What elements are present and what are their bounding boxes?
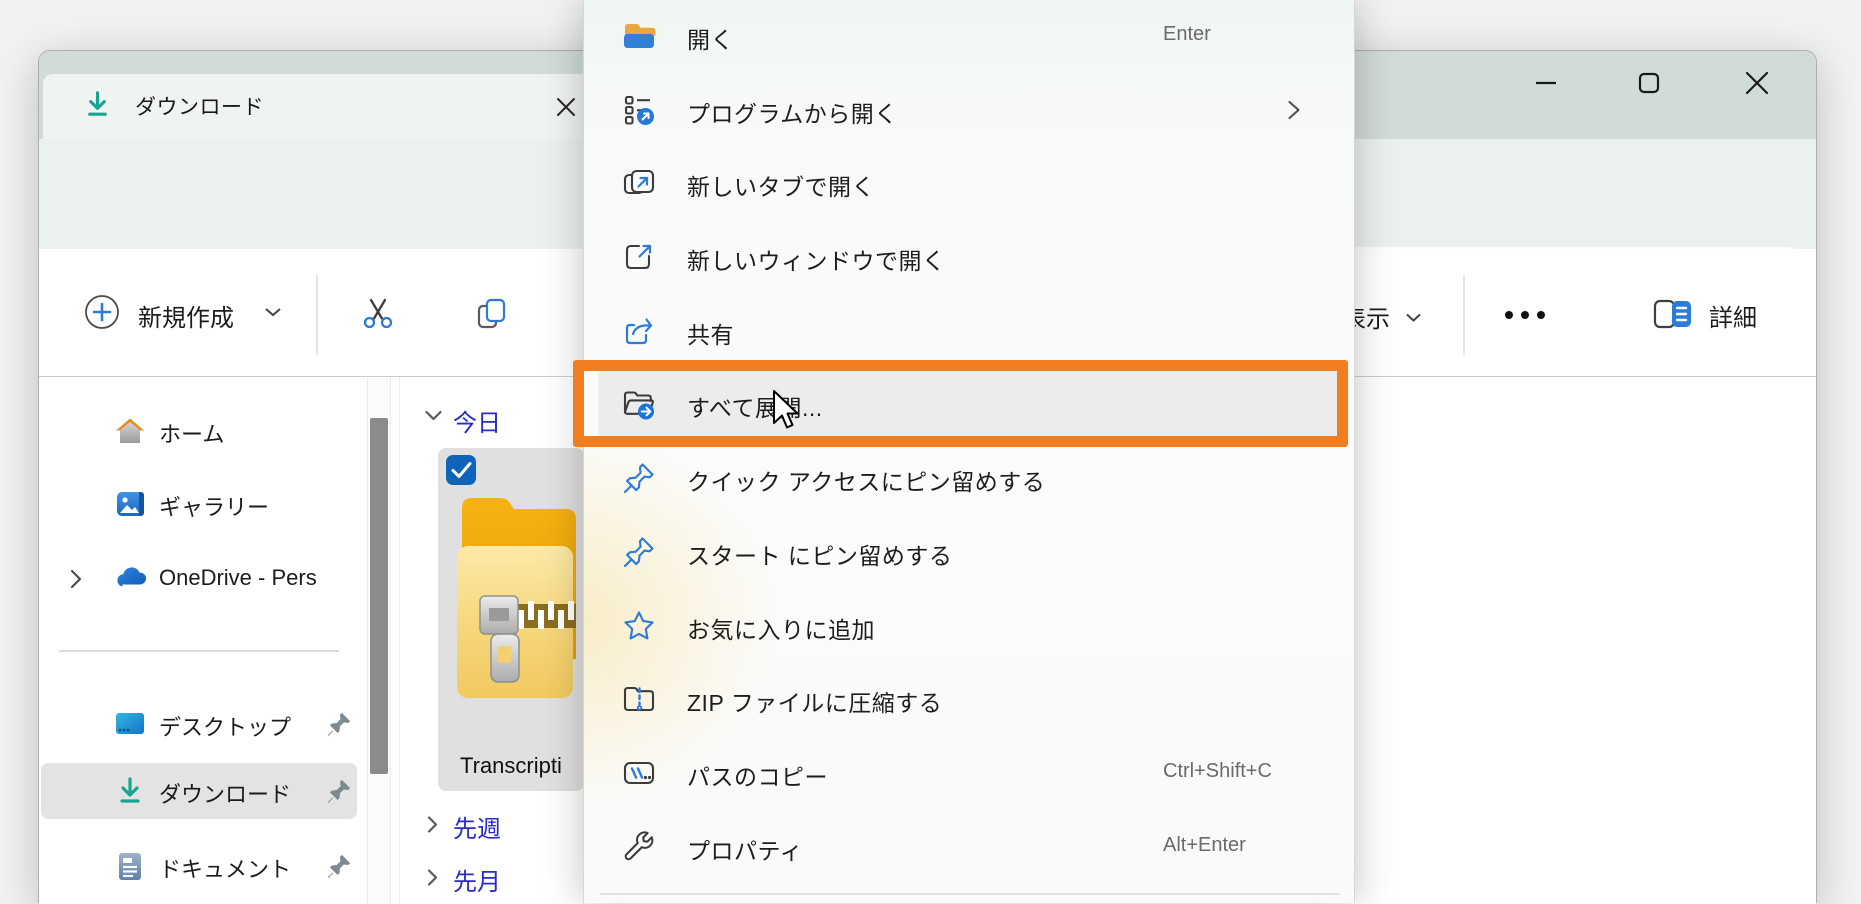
document-icon (113, 849, 147, 883)
chevron-right-icon[interactable] (426, 815, 439, 839)
menu-item-pin-to-start[interactable]: スタート にピン留めする (584, 515, 1354, 589)
details-button[interactable]: 詳細 (1653, 293, 1813, 335)
menu-item-label: クイック アクセスにピン留めする (687, 463, 1045, 497)
plus-circle-icon (84, 294, 120, 330)
copy-icon[interactable] (473, 296, 509, 332)
zip-compress-icon (621, 681, 657, 717)
menu-item-label: スタート にピン留めする (687, 537, 952, 571)
cut-icon[interactable] (360, 296, 396, 332)
scrollbar-thumb[interactable] (370, 418, 388, 774)
menu-item-label: 開く (687, 21, 734, 55)
pin-icon (621, 460, 657, 496)
group-header-last-week[interactable]: 先週 (453, 809, 501, 844)
menu-item-open-new-tab[interactable]: 新しいタブで開く (584, 146, 1354, 220)
sidebar-item-home[interactable]: ホーム (39, 403, 399, 459)
menu-item-share[interactable]: 共有 (584, 294, 1354, 368)
file-tile[interactable]: Transcripti (438, 448, 584, 791)
chevron-right-icon[interactable] (69, 569, 83, 594)
details-button-label: 詳細 (1709, 298, 1757, 333)
star-icon (621, 608, 657, 644)
group-header-last-month[interactable]: 先月 (453, 862, 501, 897)
sidebar-item-label: ギャラリー (159, 490, 269, 522)
maximize-button[interactable] (1621, 58, 1677, 108)
sidebar-item-label: ホーム (159, 417, 224, 449)
wrench-icon (621, 829, 657, 865)
pin-icon (325, 852, 353, 880)
sidebar-main-divider (399, 377, 400, 904)
download-icon (113, 774, 147, 808)
menu-item-label: プログラムから開く (687, 95, 898, 129)
menu-item-label: 共有 (687, 316, 734, 350)
menu-item-label: ZIP ファイルに圧縮する (687, 684, 942, 718)
sidebar-divider (59, 650, 339, 652)
new-window-icon (621, 239, 657, 275)
sidebar-item-label: ダウンロード (159, 777, 291, 809)
onedrive-cloud-icon (113, 562, 147, 596)
menu-item-shortcut: Enter (1163, 23, 1211, 46)
sidebar-item-label: OneDrive - Pers (159, 565, 317, 591)
new-button-label: 新規作成 (138, 298, 234, 333)
chevron-right-icon[interactable] (426, 868, 439, 892)
menu-item-pin-quick-access[interactable]: クイック アクセスにピン留めする (584, 441, 1354, 515)
menu-divider (600, 893, 1340, 895)
submenu-chevron-icon (1286, 99, 1306, 121)
chevron-down-icon (264, 305, 282, 323)
sidebar-item-desktop[interactable]: デスクトップ (39, 696, 399, 752)
highlight-annotation-box (573, 360, 1348, 447)
menu-item-label: お気に入りに追加 (687, 611, 875, 645)
details-pane-icon (1653, 299, 1693, 329)
tab-title: ダウンロード (135, 91, 264, 121)
pin-icon (325, 710, 353, 738)
menu-item-label: 新しいタブで開く (687, 168, 875, 202)
menu-item-label: プロパティ (687, 832, 803, 866)
sidebar-item-gallery[interactable]: ギャラリー (39, 476, 399, 532)
menu-item-label: パスのコピー (687, 758, 828, 792)
minimize-button[interactable] (1518, 58, 1574, 108)
pin-icon (325, 777, 353, 805)
open-folder-icon (621, 18, 657, 54)
chevron-down-icon (1405, 310, 1422, 328)
sidebar-scrollbar[interactable] (367, 378, 391, 904)
sidebar-item-downloads[interactable]: ダウンロード (39, 763, 399, 819)
tab-downloads[interactable]: ダウンロード (43, 74, 619, 139)
menu-item-properties[interactable]: プロパティ Alt+Enter (584, 810, 1354, 884)
tab-close-icon[interactable] (551, 92, 581, 122)
menu-item-open-new-window[interactable]: 新しいウィンドウで開く (584, 220, 1354, 294)
group-header-today[interactable]: 今日 (453, 403, 501, 438)
mouse-cursor-icon (771, 389, 803, 440)
pin-icon (621, 534, 657, 570)
desktop-icon (113, 707, 147, 741)
download-icon (81, 88, 114, 121)
sidebar-item-documents[interactable]: ドキュメント (39, 838, 399, 894)
zip-folder-icon (454, 488, 576, 733)
menu-item-shortcut: Alt+Enter (1163, 834, 1246, 857)
context-menu: 開く Enter プログラムから開く 新しいタブで開く 新しいウィンドウで開く … (583, 0, 1355, 903)
chevron-down-icon[interactable] (424, 409, 443, 427)
copy-path-icon (621, 755, 657, 791)
gallery-icon (113, 487, 147, 521)
toolbar-divider (1463, 275, 1465, 355)
menu-item-add-favorites[interactable]: お気に入りに追加 (584, 589, 1354, 663)
menu-item-label: 新しいウィンドウで開く (687, 242, 946, 276)
selected-checkbox[interactable] (446, 455, 476, 485)
new-tab-icon (621, 165, 657, 201)
menu-item-copy-path[interactable]: パスのコピー Ctrl+Shift+C (584, 736, 1354, 810)
sidebar-item-label: ドキュメント (159, 852, 291, 884)
menu-item-compress-zip[interactable]: ZIP ファイルに圧縮する (584, 662, 1354, 736)
share-icon (621, 313, 657, 349)
close-button[interactable] (1729, 58, 1785, 108)
menu-item-open[interactable]: 開く Enter (584, 0, 1354, 73)
sidebar-item-onedrive[interactable]: OneDrive - Pers (39, 551, 399, 607)
open-with-icon (621, 92, 657, 128)
menu-item-shortcut: Ctrl+Shift+C (1163, 760, 1272, 783)
toolbar-divider (316, 275, 318, 355)
file-name: Transcripti (460, 753, 562, 779)
new-button[interactable]: 新規作成 (84, 293, 314, 333)
home-icon (113, 414, 147, 448)
more-options-icon[interactable] (1501, 308, 1577, 324)
menu-item-open-with[interactable]: プログラムから開く (584, 73, 1354, 147)
sidebar-item-label: デスクトップ (159, 710, 291, 742)
